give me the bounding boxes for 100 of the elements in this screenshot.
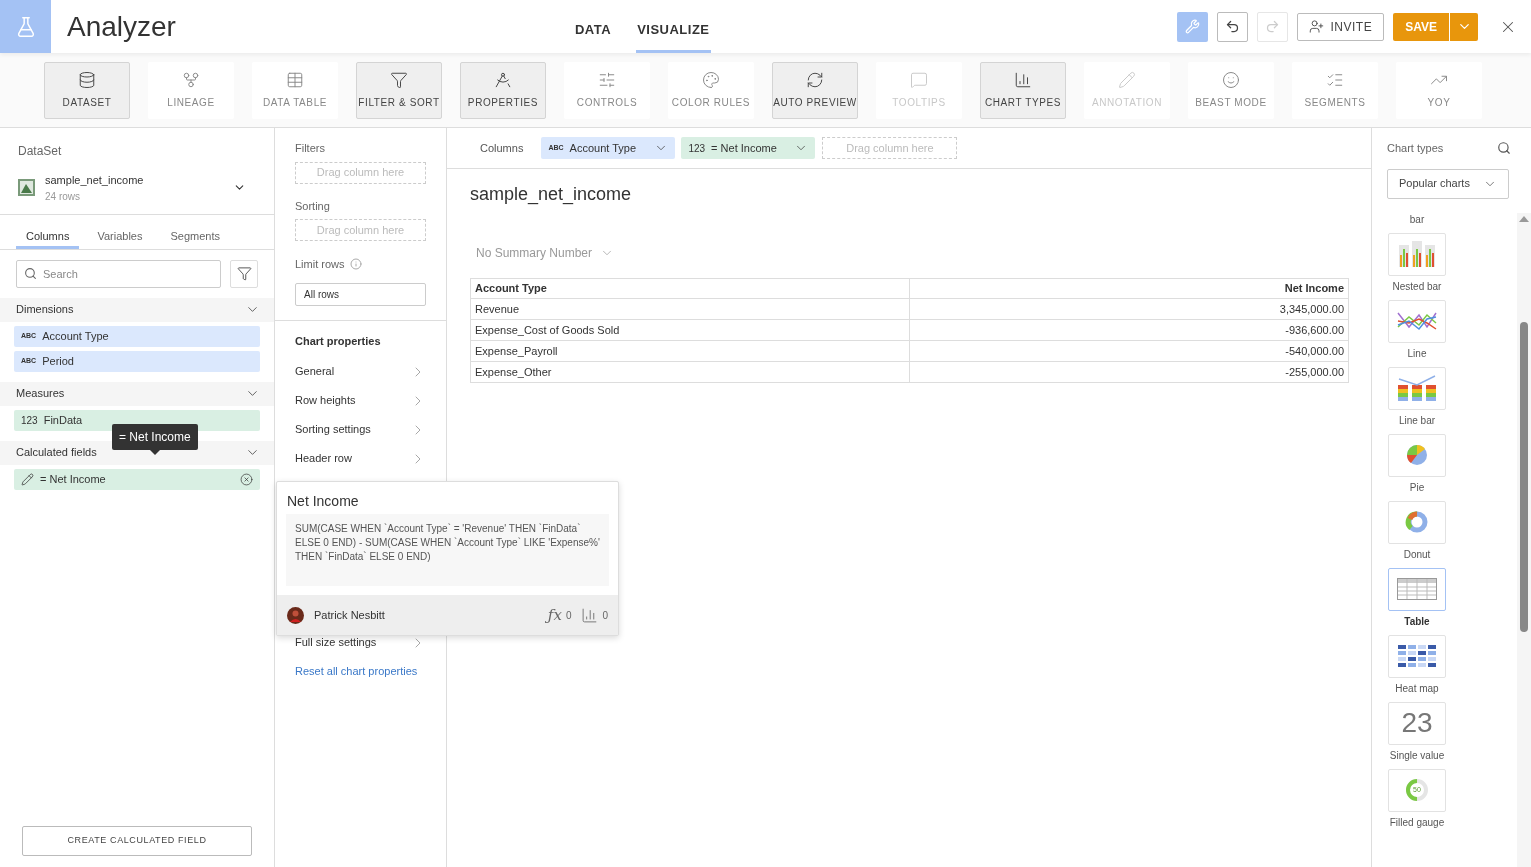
chart-type-label: Donut [1403, 547, 1431, 562]
section-header[interactable]: Measures [0, 381, 274, 406]
heat-map-icon [1398, 645, 1436, 667]
invite-button[interactable]: INVITE [1296, 12, 1385, 41]
popover-title: Net Income [286, 492, 360, 511]
toolbar-button[interactable]: AUTO PREVIEW [772, 61, 858, 119]
field-item[interactable]: = Net Income [14, 468, 260, 490]
sorting-label: Sorting [295, 198, 331, 214]
toolbar-button[interactable]: FILTER & SORT [356, 61, 442, 119]
author-name: Patrick Nesbitt [314, 607, 385, 623]
section-header[interactable]: Dimensions [0, 297, 274, 322]
chart-type-option[interactable] [1388, 299, 1446, 343]
search-field[interactable]: Search [16, 259, 221, 288]
app-title: Analyzer [67, 9, 176, 44]
filter-button[interactable] [230, 259, 258, 288]
compass-icon [494, 70, 512, 89]
toolbar-button[interactable]: DATA TABLE [252, 61, 338, 119]
remove-icon[interactable] [240, 472, 253, 486]
property-row[interactable]: Full size settings [295, 628, 426, 657]
save-options-button[interactable] [1450, 12, 1478, 41]
toolbar-button[interactable]: CHART TYPES [980, 61, 1066, 119]
toolbar-button[interactable]: YOY [1396, 61, 1482, 119]
chart-type-label: Table [1404, 614, 1430, 629]
table-cell: Expense_Payroll [470, 340, 910, 362]
create-calculated-field-button[interactable]: CREATE CALCULATED FIELD [22, 826, 252, 856]
tooltip: = Net Income [112, 424, 198, 450]
toolbar-button[interactable]: SEGMENTS [1292, 61, 1378, 119]
palette-icon [702, 70, 720, 89]
function-icon: ƒx [547, 603, 562, 627]
limit-rows-field[interactable]: All rows [295, 282, 426, 306]
toolbar-button[interactable]: COLOR RULES [668, 61, 754, 119]
chart-count: 0 [602, 608, 608, 623]
chart-type-label: Pie [1409, 480, 1425, 495]
table-cell: Expense_Cost of Goods Sold [470, 319, 910, 341]
donut-chart-icon [1405, 510, 1429, 534]
face-icon [1222, 70, 1240, 89]
scrollbar[interactable] [1517, 213, 1531, 867]
toolbar-button[interactable]: BEAST MODE [1188, 61, 1274, 119]
table-icon [1397, 578, 1437, 600]
toolbar-button[interactable]: DATASET [44, 61, 130, 119]
chart-type-label: Line [1407, 346, 1427, 361]
dataset-rows: 24 rows [45, 188, 144, 204]
columns-label: Columns [480, 140, 524, 156]
column-pill[interactable]: 123 = Net Income [681, 137, 816, 159]
line-bar-chart-icon [1397, 375, 1437, 401]
property-row[interactable]: General [295, 357, 426, 386]
dataset-selector[interactable]: sample_net_income 24 rows [18, 172, 256, 204]
undo-button[interactable] [1216, 11, 1248, 42]
table-cell: 3,345,000.00 [909, 298, 1349, 320]
panel-heading: Chart types [1387, 141, 1444, 156]
column-header: Account Type [470, 278, 910, 299]
sliders-icon [598, 70, 616, 89]
property-row[interactable]: Sorting settings [295, 415, 426, 444]
column-header: Net Income [909, 278, 1349, 299]
field-item[interactable]: 123 FinData [14, 409, 260, 431]
table-cell: Revenue [470, 298, 910, 320]
tools-icon [1184, 19, 1200, 34]
formula-count: 0 [565, 608, 572, 623]
filter-icon [390, 70, 408, 89]
toolbar-button[interactable]: LINEAGE [148, 61, 234, 119]
filter-icon [236, 266, 252, 281]
refresh-icon [806, 70, 824, 89]
speech-bubble-icon [910, 70, 928, 89]
bar-chart-icon [1014, 70, 1032, 89]
toolbar-button[interactable]: CONTROLS [564, 61, 650, 119]
chart-type-label: Single value [1389, 748, 1445, 763]
toolbar-button[interactable]: PROPERTIES [460, 61, 546, 119]
tooltip-pointer [149, 450, 160, 455]
pencil-icon [21, 472, 34, 486]
chart-filter-dropdown[interactable]: Popular charts [1387, 168, 1509, 199]
limit-rows-label: Limit rows [295, 257, 345, 272]
panel-tab[interactable]: Variables [87, 226, 153, 249]
chart-type-option[interactable] [1388, 634, 1446, 678]
chart-type-label: Nested bar [1392, 279, 1442, 294]
chart-type-option[interactable]: 23 [1388, 701, 1446, 745]
chart-type-option[interactable] [1388, 366, 1446, 410]
branch-icon [182, 70, 200, 89]
table-cell: -936,600.00 [909, 319, 1349, 341]
table-cell: -540,000.00 [909, 340, 1349, 362]
table-cell: -255,000.00 [909, 361, 1349, 383]
nav-tab[interactable]: DATA [573, 0, 613, 53]
section-title: Chart properties [295, 333, 382, 349]
table-cell: Expense_Other [470, 361, 910, 383]
property-row[interactable]: Header row [295, 444, 426, 473]
dataset-name: sample_net_income [45, 173, 144, 188]
search-icon[interactable] [1497, 141, 1511, 156]
redo-icon [1264, 19, 1280, 34]
nested-bar-chart-icon [1397, 241, 1437, 267]
reset-link[interactable]: Reset all chart properties [295, 663, 426, 680]
chart-type-option[interactable] [1388, 232, 1446, 276]
add-user-icon [1308, 19, 1324, 34]
filters-label: Filters [295, 141, 326, 156]
panel-tab[interactable]: Segments [160, 226, 230, 249]
chart-title: sample_net_income [470, 183, 633, 207]
table-icon [286, 70, 304, 89]
formula-text: SUM(CASE WHEN `Account Type` = 'Revenue' THEN `FinData` ELSE 0 END) - SUM(CASE WHEN `Account Type` LIKE 'Expense%' THEN `FinData` ELSE 0 END) [286, 514, 609, 586]
property-row[interactable]: Row heights [295, 386, 426, 415]
chart-type-option[interactable] [1388, 567, 1446, 611]
panel-tab[interactable]: Columns [16, 226, 80, 249]
info-icon [349, 258, 362, 271]
